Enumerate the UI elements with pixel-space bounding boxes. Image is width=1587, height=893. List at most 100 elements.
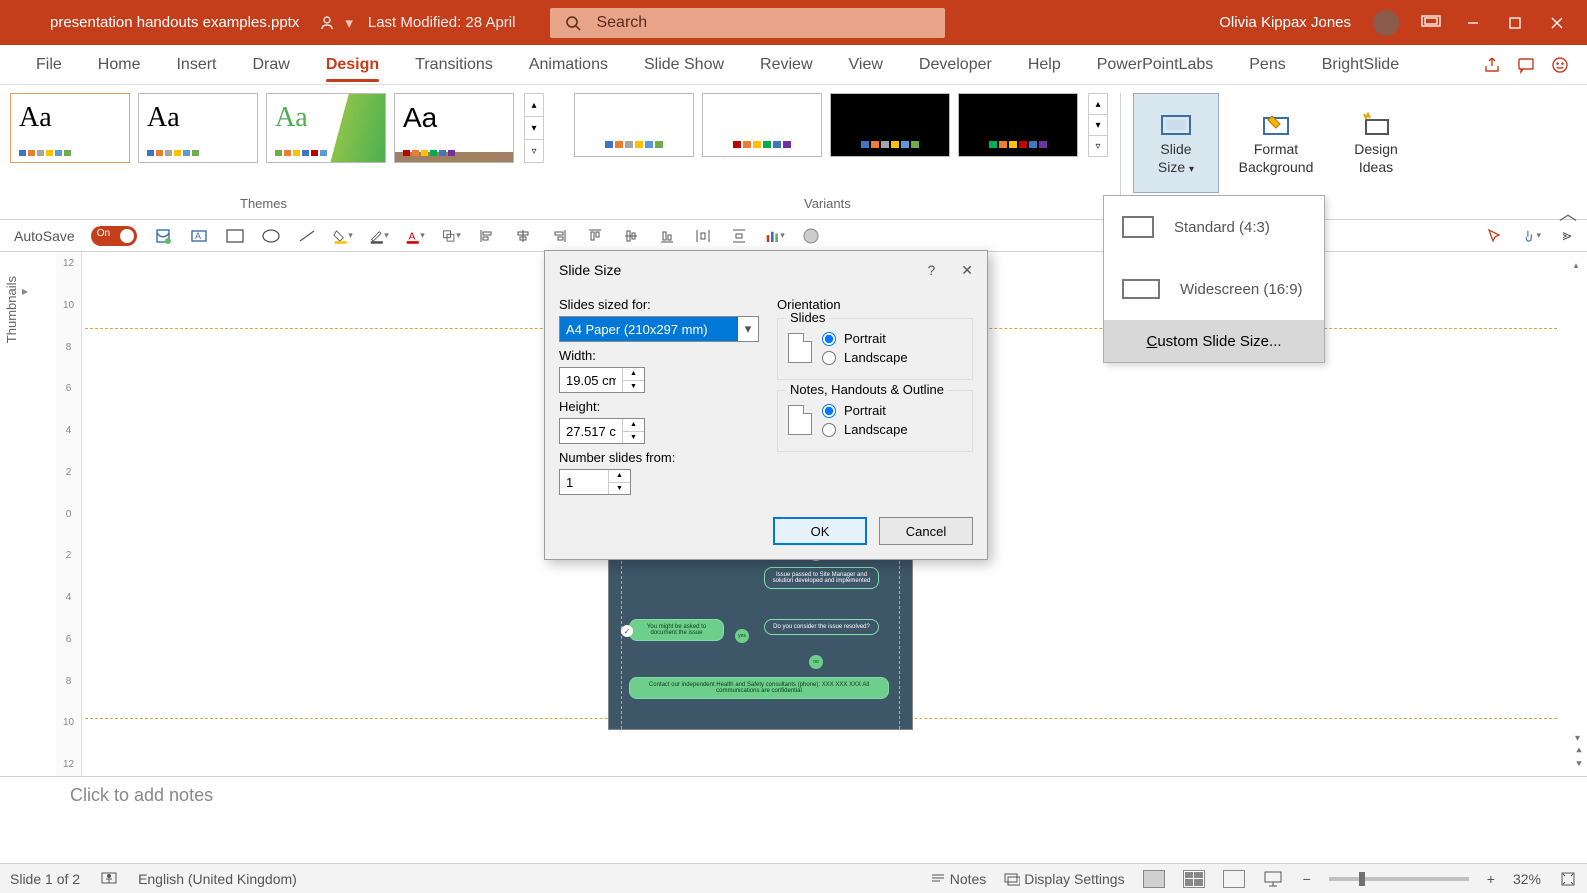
- text-box-icon[interactable]: A: [189, 226, 209, 246]
- share-icon[interactable]: [1483, 56, 1501, 74]
- align-right-icon[interactable]: [549, 226, 569, 246]
- ok-button[interactable]: OK: [773, 517, 867, 545]
- variant-thumb-1[interactable]: [574, 93, 694, 157]
- tab-developer[interactable]: Developer: [901, 45, 1010, 85]
- brightslide-bars-icon[interactable]: ▾: [765, 226, 785, 246]
- slides-landscape-radio[interactable]: Landscape: [822, 350, 908, 365]
- variant-thumb-2[interactable]: [702, 93, 822, 157]
- distribute-h-icon[interactable]: [693, 226, 713, 246]
- display-settings[interactable]: Display Settings: [1004, 871, 1124, 887]
- thumbnails-expand-caret[interactable]: ▸: [22, 284, 28, 298]
- theme-thumb-4[interactable]: Aa: [394, 93, 514, 163]
- fit-to-window-icon[interactable]: [1559, 870, 1577, 888]
- fill-color-icon[interactable]: ▾: [333, 226, 353, 246]
- vertical-scrollbar[interactable]: ▴: [1569, 258, 1583, 770]
- tab-powerpointlabs[interactable]: PowerPointLabs: [1079, 45, 1232, 85]
- rectangle-icon[interactable]: [225, 226, 245, 246]
- number-spin-down[interactable]: ▼: [609, 483, 630, 495]
- width-input[interactable]: [560, 368, 622, 392]
- height-spin-up[interactable]: ▲: [623, 419, 644, 432]
- notes-pane[interactable]: Click to add notes: [0, 776, 1587, 814]
- dialog-close-button[interactable]: ✕: [961, 262, 973, 279]
- height-spinner[interactable]: ▲▼: [559, 418, 645, 444]
- slide-size-custom[interactable]: Custom Slide Size...: [1104, 320, 1324, 362]
- user-name-label[interactable]: Olivia Kippax Jones: [1219, 14, 1351, 31]
- next-slide-icon[interactable]: ⯆: [1575, 759, 1583, 770]
- tab-draw[interactable]: Draw: [234, 45, 307, 85]
- design-ideas-button[interactable]: Design Ideas: [1333, 93, 1419, 193]
- slide-counter[interactable]: Slide 1 of 2: [10, 871, 80, 887]
- tab-review[interactable]: Review: [742, 45, 830, 85]
- accessibility-icon[interactable]: [100, 870, 118, 888]
- scroll-up-icon[interactable]: ▴: [1569, 258, 1583, 272]
- thumbnails-panel-tab[interactable]: Thumbnails: [0, 272, 23, 347]
- cancel-button[interactable]: Cancel: [879, 517, 973, 545]
- tab-brightslide[interactable]: BrightSlide: [1304, 45, 1417, 85]
- close-button[interactable]: [1547, 13, 1567, 33]
- tab-view[interactable]: View: [831, 45, 901, 85]
- prev-slide-icon[interactable]: ⯅: [1575, 746, 1583, 757]
- tab-help[interactable]: Help: [1010, 45, 1079, 85]
- align-left-icon[interactable]: [477, 226, 497, 246]
- zoom-percent[interactable]: 32%: [1513, 871, 1541, 887]
- slideshow-view-button[interactable]: [1263, 870, 1285, 888]
- number-from-input[interactable]: [560, 470, 608, 494]
- save-icon[interactable]: [153, 226, 173, 246]
- sized-for-select[interactable]: A4 Paper (210x297 mm) ▾: [559, 316, 759, 342]
- height-input[interactable]: [560, 419, 622, 443]
- notes-portrait-radio[interactable]: Portrait: [822, 403, 908, 418]
- slide-size-standard[interactable]: Standard (4:3): [1104, 196, 1324, 258]
- width-spin-up[interactable]: ▲: [623, 368, 644, 381]
- dialog-titlebar[interactable]: Slide Size ? ✕: [545, 251, 987, 289]
- notes-landscape-radio[interactable]: Landscape: [822, 422, 908, 437]
- zoom-slider[interactable]: [1329, 877, 1469, 881]
- smiley-icon[interactable]: [1551, 56, 1569, 74]
- theme-thumb-2[interactable]: Aa: [138, 93, 258, 163]
- comments-icon[interactable]: [1517, 56, 1535, 74]
- outline-color-icon[interactable]: ▾: [369, 226, 389, 246]
- font-color-icon[interactable]: A ▾: [405, 226, 425, 246]
- align-bottom-icon[interactable]: [657, 226, 677, 246]
- width-spin-down[interactable]: ▼: [623, 381, 644, 393]
- tab-pens[interactable]: Pens: [1231, 45, 1303, 85]
- slide-preview[interactable]: no Issue passed to Site Manager and solu…: [608, 550, 913, 730]
- theme-thumb-3[interactable]: Aa: [266, 93, 386, 163]
- align-middle-icon[interactable]: [621, 226, 641, 246]
- height-spin-down[interactable]: ▼: [623, 432, 644, 444]
- slide-size-widescreen[interactable]: Widescreen (16:9): [1104, 258, 1324, 320]
- tab-insert[interactable]: Insert: [158, 45, 234, 85]
- minimize-button[interactable]: [1463, 13, 1483, 33]
- slides-portrait-radio[interactable]: Portrait: [822, 331, 908, 346]
- document-title[interactable]: presentation handouts examples.pptx ▾: [50, 14, 353, 32]
- align-center-icon[interactable]: [513, 226, 533, 246]
- number-spin-up[interactable]: ▲: [609, 470, 630, 483]
- width-spinner[interactable]: ▲▼: [559, 367, 645, 393]
- qat-overflow-icon[interactable]: ⪢: [1557, 226, 1577, 246]
- number-from-spinner[interactable]: ▲▼: [559, 469, 631, 495]
- sorter-view-button[interactable]: [1183, 870, 1205, 888]
- tab-file[interactable]: File: [18, 45, 80, 85]
- scroll-down-icon[interactable]: ▾: [1575, 733, 1583, 744]
- align-top-icon[interactable]: [585, 226, 605, 246]
- theme-thumb-1[interactable]: Aa: [10, 93, 130, 163]
- language-label[interactable]: English (United Kingdom): [138, 871, 297, 887]
- search-input[interactable]: Search: [550, 8, 945, 38]
- chevron-down-icon[interactable]: ▾: [738, 321, 758, 337]
- distribute-v-icon[interactable]: [729, 226, 749, 246]
- user-avatar[interactable]: [1373, 10, 1399, 36]
- dialog-help-button[interactable]: ?: [927, 262, 935, 279]
- zoom-out-button[interactable]: −: [1303, 871, 1311, 887]
- variant-thumb-4[interactable]: [958, 93, 1078, 157]
- notes-toggle[interactable]: Notes: [930, 871, 986, 887]
- reading-view-button[interactable]: [1223, 870, 1245, 888]
- tab-home[interactable]: Home: [80, 45, 159, 85]
- collapse-ribbon-caret[interactable]: ︿: [1559, 200, 1577, 226]
- tab-design[interactable]: Design: [308, 45, 397, 85]
- format-background-button[interactable]: Format Background: [1233, 93, 1319, 193]
- tab-animations[interactable]: Animations: [511, 45, 626, 85]
- arrange-icon[interactable]: ▾: [441, 226, 461, 246]
- shape-tool-icon[interactable]: [801, 226, 821, 246]
- variants-gallery-scroll[interactable]: ▴▾▿: [1088, 93, 1108, 157]
- line-icon[interactable]: [297, 226, 317, 246]
- ribbon-display-icon[interactable]: [1421, 15, 1441, 31]
